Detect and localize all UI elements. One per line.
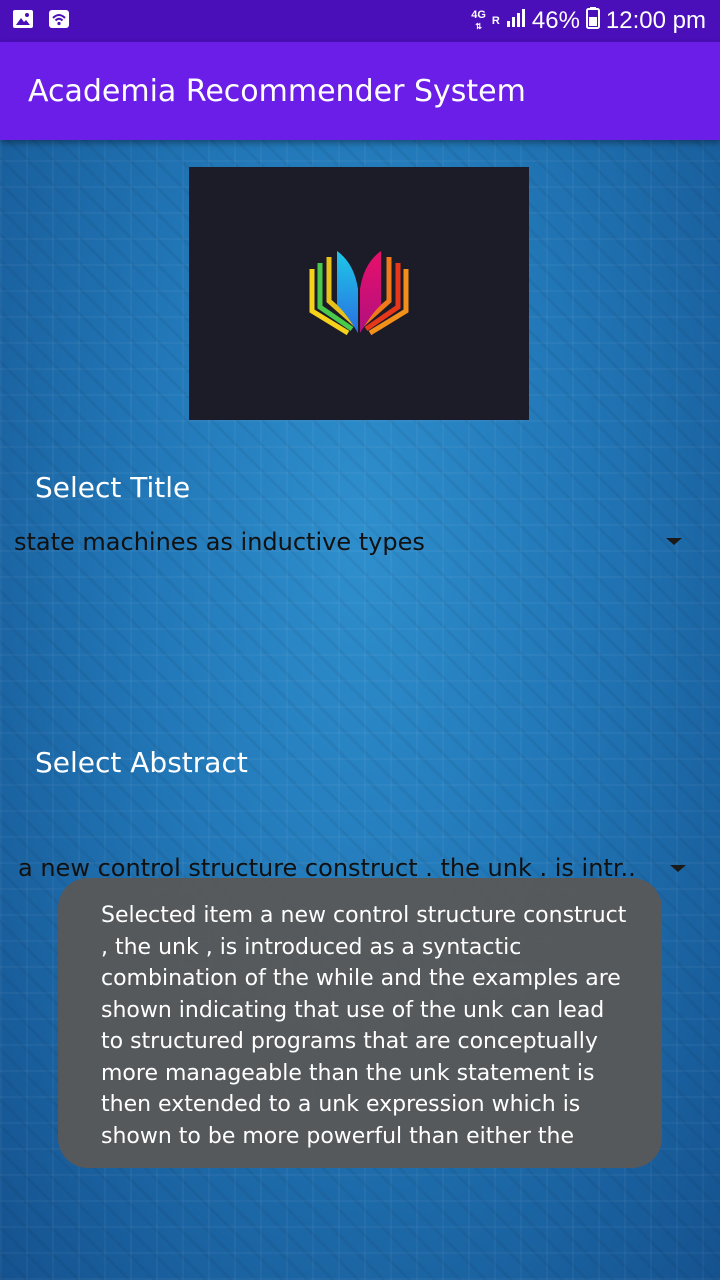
status-left-icons — [12, 9, 70, 34]
network-indicator: 4G ⇅ — [471, 9, 486, 32]
app-bar: Academia Recommender System — [0, 42, 720, 140]
abstract-dropdown-arrow-icon — [670, 865, 686, 872]
title-spinner-value: state machines as inductive types — [14, 528, 425, 556]
wifi-icon — [48, 9, 70, 34]
network-type: 4G — [471, 9, 486, 21]
select-abstract-label: Select Abstract — [35, 746, 248, 779]
gallery-icon — [12, 9, 34, 34]
toast-message: Selected item a new control structure co… — [58, 878, 662, 1168]
select-title-label: Select Title — [35, 471, 191, 504]
clock: 12:00 pm — [605, 7, 706, 34]
toast-text: Selected item a new control structure co… — [101, 903, 627, 1149]
open-book-logo-icon — [309, 250, 409, 335]
main-content: Select Title state machines as inductive… — [0, 140, 720, 1280]
roaming-label: R — [491, 14, 500, 27]
app-title: Academia Recommender System — [28, 73, 526, 109]
battery-percent: 46% — [531, 7, 580, 34]
roaming-indicator: R — [491, 14, 500, 27]
status-right: 4G ⇅ R 46% 12:00 pm — [471, 6, 706, 36]
title-dropdown-arrow-icon — [666, 538, 682, 545]
status-bar: 4G ⇅ R 46% 12:00 pm — [0, 0, 720, 42]
battery-icon — [585, 6, 600, 36]
signal-icon — [506, 7, 526, 35]
logo-image — [189, 167, 529, 420]
title-spinner[interactable]: state machines as inductive types — [0, 517, 720, 567]
